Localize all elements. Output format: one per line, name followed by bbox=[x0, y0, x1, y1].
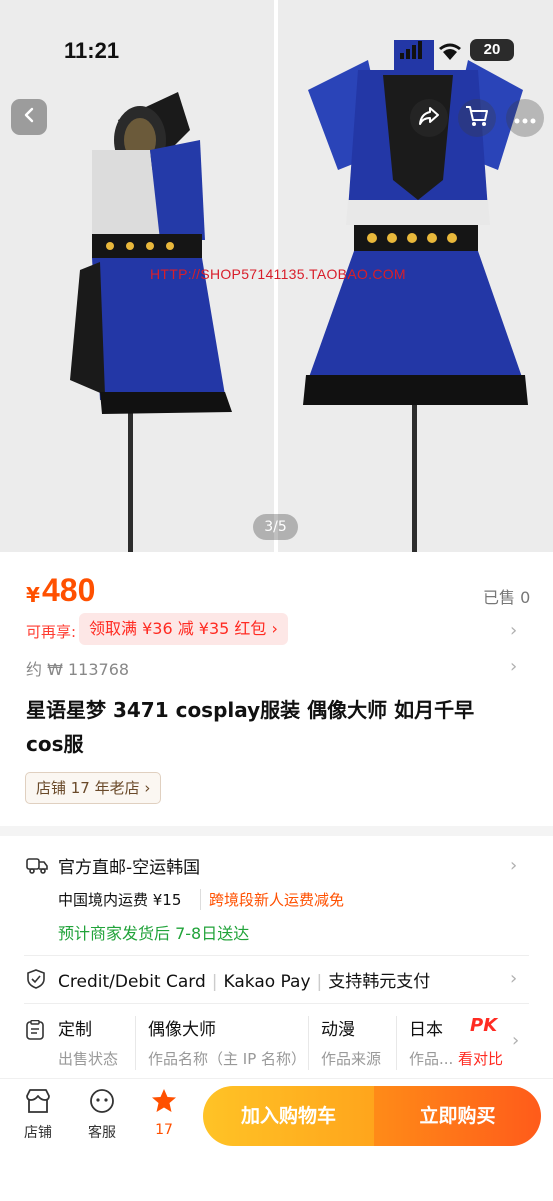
more-dots-icon bbox=[514, 109, 536, 128]
shield-check-icon bbox=[26, 969, 46, 993]
product-gallery[interactable]: 11:21 20 HTTP://SHOP57141135.TAOBAO.COM … bbox=[0, 0, 553, 552]
payment-method-krw: 支持韩元支付 bbox=[328, 972, 431, 992]
approx-price: 约 ₩ 113768 bbox=[26, 660, 130, 679]
status-time: 11:21 bbox=[64, 38, 120, 63]
shop-age-label: 店铺 17 年老店 bbox=[36, 779, 140, 797]
attr-divider bbox=[135, 1016, 136, 1070]
cart-button[interactable] bbox=[458, 99, 496, 137]
chevron-right-icon[interactable]: › bbox=[510, 968, 517, 989]
add-to-cart-button[interactable]: 加入购物车 bbox=[203, 1086, 374, 1146]
buy-now-button[interactable]: 立即购买 bbox=[374, 1086, 541, 1146]
attr-key-origin: 作品... bbox=[409, 1050, 454, 1068]
product-title: 星语星梦 3471 cosplay服装 偶像大师 如月千早 cos服 bbox=[26, 698, 475, 756]
share-icon bbox=[418, 105, 440, 131]
document-icon bbox=[26, 1019, 44, 1044]
coupon-chip-label: 领取满 ¥36 减 ¥35 红包 bbox=[89, 619, 267, 638]
attr-key-source: 作品来源 bbox=[321, 1050, 382, 1068]
divider bbox=[24, 1003, 529, 1004]
section-gap bbox=[0, 826, 553, 836]
sold-count: 已售 0 bbox=[483, 588, 531, 607]
store-tab-label: 店铺 bbox=[24, 1125, 52, 1141]
battery-indicator: 20 bbox=[470, 39, 514, 61]
payment-method-kakao: Kakao Pay bbox=[223, 972, 311, 992]
favorite-count: 17 bbox=[155, 1122, 173, 1138]
chevron-right-icon: › bbox=[271, 619, 278, 638]
attr-value-source: 动漫 bbox=[321, 1020, 355, 1040]
attr-key-status: 出售状态 bbox=[58, 1050, 119, 1068]
chevron-right-icon[interactable]: › bbox=[510, 656, 517, 677]
shipping-discount-tag: 跨境段新人运费减免 bbox=[200, 889, 344, 910]
back-button[interactable] bbox=[11, 99, 47, 135]
share-button[interactable] bbox=[410, 99, 448, 137]
attr-key-work: 作品名称（主 IP 名称） bbox=[148, 1050, 307, 1068]
customer-service-tab-label: 客服 bbox=[88, 1125, 116, 1141]
shipping-title[interactable]: 官方直邮-空运韩国 bbox=[58, 853, 200, 878]
gallery-pager: 3/5 bbox=[253, 514, 298, 540]
chevron-left-icon bbox=[21, 107, 37, 127]
payment-method-card: Credit/Debit Card bbox=[58, 972, 206, 992]
compare-link[interactable]: 看对比 bbox=[458, 1048, 503, 1069]
shop-watermark: HTTP://SHOP57141135.TAOBAO.COM bbox=[150, 266, 406, 282]
domestic-shipping-fee: 中国境内运费 ¥15 bbox=[58, 891, 182, 909]
divider bbox=[24, 955, 529, 956]
compare-pk-badge[interactable]: PK bbox=[470, 1015, 497, 1036]
attr-divider bbox=[308, 1016, 309, 1070]
separator: | bbox=[211, 972, 218, 992]
customer-service-tab[interactable]: 客服 bbox=[72, 1088, 132, 1142]
status-bar: 11:21 20 bbox=[0, 0, 553, 80]
attr-divider bbox=[396, 1016, 397, 1070]
truck-icon bbox=[26, 857, 48, 879]
chevron-right-icon[interactable]: › bbox=[512, 1030, 519, 1051]
store-tab[interactable]: 店铺 bbox=[8, 1088, 68, 1142]
cellular-signal-icon bbox=[400, 41, 424, 63]
attr-value-origin: 日本 bbox=[409, 1020, 443, 1040]
product-price: 480 bbox=[42, 572, 96, 608]
favorite-tab[interactable]: 17 bbox=[134, 1088, 194, 1138]
coupon-chip[interactable]: 领取满 ¥36 减 ¥35 红包 › bbox=[79, 613, 288, 645]
store-icon bbox=[24, 1089, 52, 1118]
shop-age-badge[interactable]: 店铺 17 年老店 › bbox=[25, 772, 162, 804]
chevron-right-icon: › bbox=[144, 779, 151, 797]
chevron-right-icon[interactable]: › bbox=[510, 855, 517, 876]
payment-methods[interactable]: Credit/Debit Card | Kakao Pay | 支持韩元支付 bbox=[58, 967, 430, 992]
chevron-right-icon[interactable]: › bbox=[510, 620, 517, 641]
star-icon bbox=[150, 1089, 178, 1118]
wifi-icon bbox=[438, 42, 462, 64]
delivery-eta: 预计商家发货后 7-8日送达 bbox=[58, 924, 250, 943]
more-button[interactable] bbox=[506, 99, 544, 137]
promo-label: 可再享: bbox=[26, 623, 77, 641]
attr-value-work: 偶像大师 bbox=[148, 1020, 216, 1040]
price-currency-symbol: ¥ bbox=[26, 583, 40, 607]
chat-face-icon bbox=[88, 1089, 116, 1118]
shopping-cart-icon bbox=[465, 105, 489, 131]
separator: | bbox=[316, 972, 323, 992]
attr-value-status: 定制 bbox=[58, 1020, 92, 1040]
